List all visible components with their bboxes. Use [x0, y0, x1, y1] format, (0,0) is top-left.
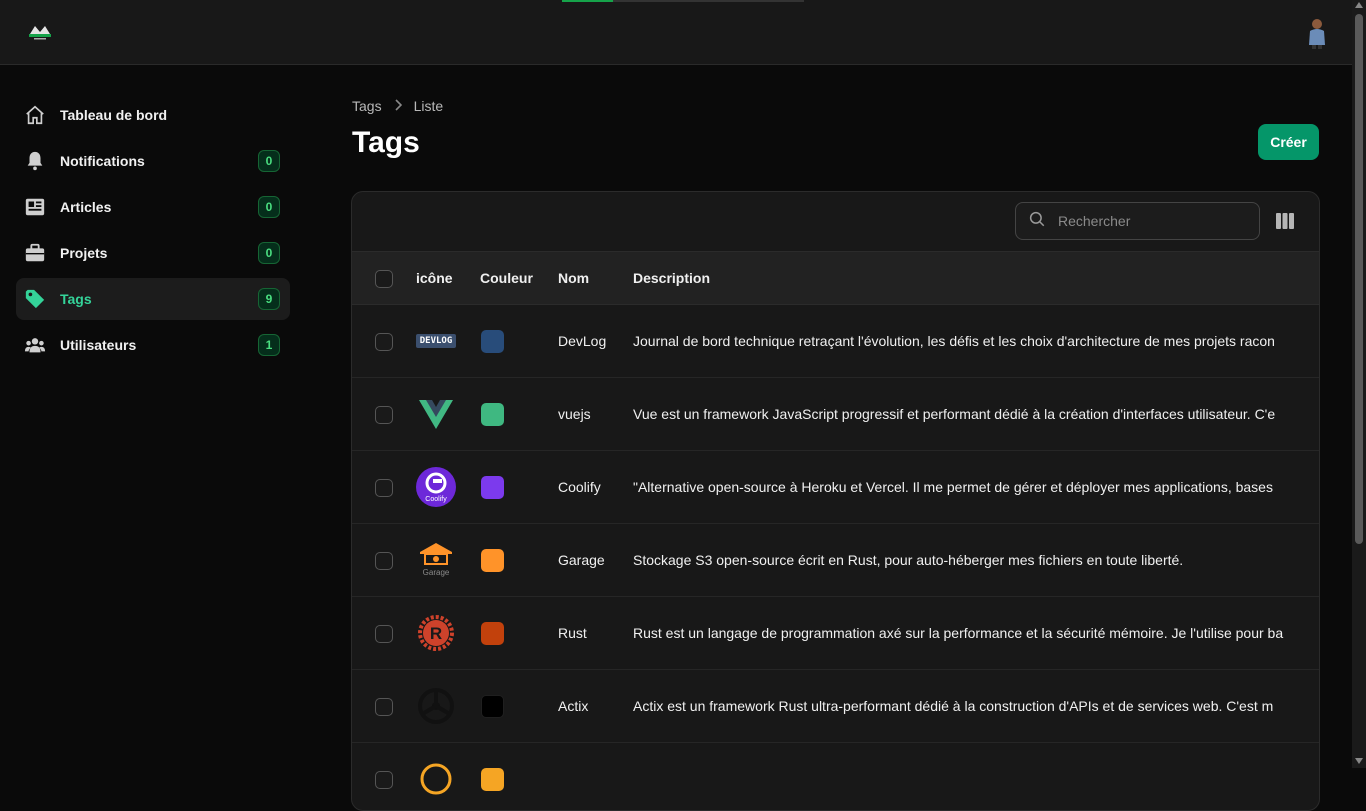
- scroll-up-arrow-icon[interactable]: [1355, 2, 1363, 8]
- user-avatar[interactable]: [1302, 17, 1332, 49]
- tag-description: Stockage S3 open-source écrit en Rust, p…: [633, 552, 1184, 568]
- sidebar-item-dashboard[interactable]: Tableau de bord: [16, 94, 290, 136]
- tag-description: "Alternative open-source à Heroku et Ver…: [633, 479, 1273, 495]
- users-icon: [24, 334, 46, 356]
- table-row[interactable]: R Rust Rust est un langage de programmat…: [352, 597, 1319, 670]
- bell-icon: [24, 150, 46, 172]
- column-header-name[interactable]: Nom: [558, 270, 589, 286]
- row-checkbox[interactable]: [375, 406, 393, 424]
- tag-name: vuejs: [558, 406, 591, 422]
- sidebar-item-label: Tableau de bord: [60, 107, 168, 123]
- sidebar-item-label: Articles: [60, 199, 112, 215]
- sidebar-item-label: Projets: [60, 245, 108, 261]
- sidebar-item-notifications[interactable]: Notifications 0: [16, 140, 290, 182]
- column-header-icon[interactable]: icône: [416, 270, 453, 286]
- color-swatch: [481, 330, 504, 353]
- count-badge: 9: [258, 288, 280, 310]
- app-logo-icon[interactable]: [26, 22, 54, 42]
- color-swatch: [481, 768, 504, 791]
- column-header-color[interactable]: Couleur: [480, 270, 533, 286]
- briefcase-icon: [24, 242, 46, 264]
- page-scrollbar[interactable]: [1352, 0, 1366, 768]
- loading-progress-fill: [562, 0, 613, 2]
- tag-description: Journal de bord technique retraçant l'év…: [633, 333, 1275, 349]
- sidebar-item-label: Utilisateurs: [60, 337, 137, 353]
- sidebar-item-projects[interactable]: Projets 0: [16, 232, 290, 274]
- newspaper-icon: [24, 196, 46, 218]
- count-badge: 1: [258, 334, 280, 356]
- color-swatch: [481, 695, 504, 718]
- columns-toggle-icon[interactable]: [1276, 213, 1294, 229]
- row-checkbox[interactable]: [375, 625, 393, 643]
- search-icon: [1028, 210, 1046, 233]
- partial-logo-icon: [416, 759, 456, 799]
- count-badge: 0: [258, 150, 280, 172]
- scroll-down-arrow-icon[interactable]: [1355, 758, 1363, 764]
- row-checkbox[interactable]: [375, 698, 393, 716]
- rust-logo-icon: R: [416, 613, 456, 653]
- scrollbar-thumb[interactable]: [1355, 14, 1363, 544]
- tag-name: Actix: [558, 698, 589, 714]
- sidebar-item-users[interactable]: Utilisateurs 1: [16, 324, 290, 366]
- breadcrumb: Tags Liste: [352, 98, 443, 114]
- sidebar-nav: Tableau de bord Notifications 0 Articles…: [16, 94, 290, 370]
- vuejs-logo-icon: [416, 394, 456, 434]
- select-all-checkbox[interactable]: [375, 270, 393, 288]
- table-row[interactable]: Coolify Coolify "Alternative open-source…: [352, 451, 1319, 524]
- color-swatch: [481, 549, 504, 572]
- chevron-right-icon: [394, 98, 402, 114]
- tag-name: DevLog: [558, 333, 607, 349]
- tag-name: Coolify: [558, 479, 601, 495]
- tag-description: Actix est un framework Rust ultra-perfor…: [633, 698, 1274, 714]
- breadcrumb-current: Liste: [413, 98, 444, 114]
- table-toolbar: [352, 192, 1319, 252]
- table-row[interactable]: vuejs Vue est un framework JavaScript pr…: [352, 378, 1319, 451]
- tag-icon: [24, 288, 46, 310]
- sidebar-item-articles[interactable]: Articles 0: [16, 186, 290, 228]
- garage-logo-icon: Garage: [416, 540, 456, 580]
- count-badge: 0: [258, 196, 280, 218]
- home-icon: [24, 104, 46, 126]
- tag-description: Rust est un langage de programmation axé…: [633, 625, 1284, 641]
- sidebar-item-label: Notifications: [60, 153, 145, 169]
- table-header: icône Couleur Nom Description: [352, 252, 1319, 305]
- table-row[interactable]: Actix Actix est un framework Rust ultra-…: [352, 670, 1319, 743]
- top-bar: [0, 0, 1352, 65]
- color-swatch: [481, 622, 504, 645]
- sidebar-item-tags[interactable]: Tags 9: [16, 278, 290, 320]
- row-checkbox[interactable]: [375, 479, 393, 497]
- tags-table: icône Couleur Nom Description DEVLOG Dev…: [351, 191, 1320, 811]
- breadcrumb-root[interactable]: Tags: [352, 98, 382, 114]
- page-title: Tags: [352, 126, 420, 159]
- actix-logo-icon: [416, 686, 456, 726]
- sidebar-item-label: Tags: [60, 291, 92, 307]
- search-input[interactable]: [1056, 212, 1246, 230]
- table-row[interactable]: [352, 743, 1319, 810]
- create-button[interactable]: Créer: [1258, 124, 1319, 160]
- tag-description: Vue est un framework JavaScript progress…: [633, 406, 1276, 422]
- color-swatch: [481, 403, 504, 426]
- color-swatch: [481, 476, 504, 499]
- tag-name: Garage: [558, 552, 605, 568]
- column-header-description[interactable]: Description: [633, 270, 710, 286]
- row-checkbox[interactable]: [375, 333, 393, 351]
- devlog-logo-icon: DEVLOG: [416, 321, 456, 361]
- row-checkbox[interactable]: [375, 552, 393, 570]
- search-box[interactable]: [1015, 202, 1260, 240]
- table-row[interactable]: DEVLOG DevLog Journal de bord technique …: [352, 305, 1319, 378]
- loading-progress-track: [562, 0, 804, 2]
- row-checkbox[interactable]: [375, 771, 393, 789]
- tag-name: Rust: [558, 625, 587, 641]
- table-row[interactable]: Garage Garage Stockage S3 open-source éc…: [352, 524, 1319, 597]
- count-badge: 0: [258, 242, 280, 264]
- svg-text:R: R: [430, 624, 442, 643]
- coolify-logo-icon: Coolify: [416, 467, 456, 507]
